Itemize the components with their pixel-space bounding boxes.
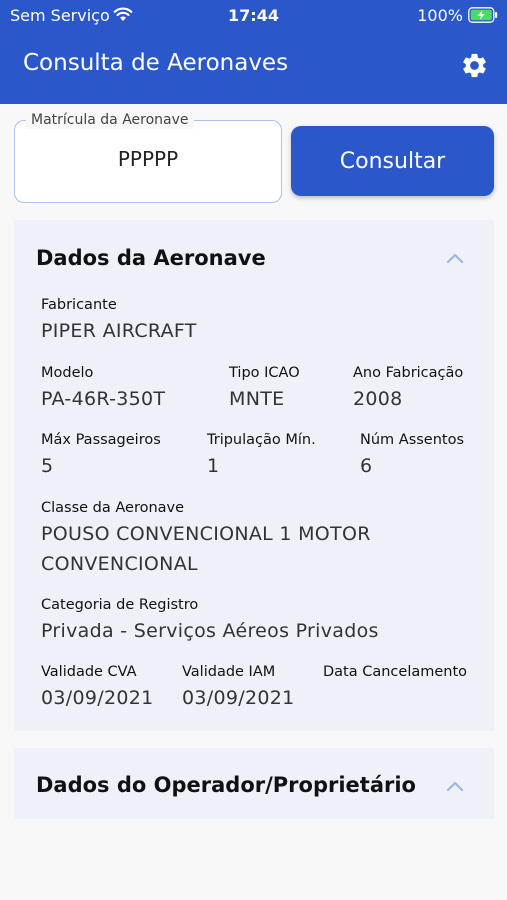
registration-field[interactable]: Matrícula da Aeronave xyxy=(14,112,282,203)
manufacturer-value: PIPER AIRCRAFT xyxy=(41,320,197,342)
seat-count-label: Núm Assentos xyxy=(360,432,465,448)
model-value: PA-46R-350T xyxy=(41,388,166,410)
battery-percentage: 100% xyxy=(417,6,463,25)
status-bar: Sem Serviço 17:44 100% xyxy=(0,0,507,30)
aircraft-data-card: Dados da Aeronave Fabricante PIPER AIRCR… xyxy=(14,220,494,731)
cancellation-date-label: Data Cancelamento xyxy=(323,664,468,680)
seat-count-value: 6 xyxy=(360,455,373,477)
icao-type-label: Tipo ICAO xyxy=(229,365,300,381)
iam-validity-label: Validade IAM xyxy=(182,664,276,680)
registration-input[interactable] xyxy=(15,147,281,171)
app-header: Sem Serviço 17:44 100% Consulta de Aeron… xyxy=(0,0,507,104)
chevron-up-icon[interactable] xyxy=(445,251,465,265)
min-crew-label: Tripulação Mín. xyxy=(207,432,316,448)
operator-section-title: Dados do Operador/Proprietário xyxy=(36,773,416,797)
manufacture-year-label: Ano Fabricação xyxy=(353,365,464,381)
consult-button[interactable]: Consultar xyxy=(291,126,494,196)
registration-field-label: Matrícula da Aeronave xyxy=(26,112,194,129)
cva-validity-value: 03/09/2021 xyxy=(41,687,154,709)
battery-charging-icon xyxy=(468,7,498,23)
operator-data-card: Dados do Operador/Proprietário xyxy=(14,748,494,819)
aircraft-class-label: Classe da Aeronave xyxy=(41,500,185,516)
gear-icon[interactable] xyxy=(460,51,489,80)
max-passengers-value: 5 xyxy=(41,455,54,477)
max-passengers-label: Máx Passageiros xyxy=(41,432,161,448)
aircraft-class-value: POUSO CONVENCIONAL 1 MOTOR CONVENCIONAL xyxy=(41,523,371,575)
cva-validity-label: Validade CVA xyxy=(41,664,137,680)
chevron-up-icon[interactable] xyxy=(445,779,465,793)
min-crew-value: 1 xyxy=(207,455,220,477)
page-title: Consulta de Aeronaves xyxy=(23,50,289,76)
model-label: Modelo xyxy=(41,365,94,381)
manufacture-year-value: 2008 xyxy=(353,388,403,410)
aircraft-section-title: Dados da Aeronave xyxy=(36,246,266,270)
registration-category-value: Privada - Serviços Aéreos Privados xyxy=(41,620,379,642)
manufacturer-label: Fabricante xyxy=(41,297,117,313)
iam-validity-value: 03/09/2021 xyxy=(182,687,295,709)
icao-type-value: MNTE xyxy=(229,388,285,410)
registration-category-label: Categoria de Registro xyxy=(41,597,199,613)
